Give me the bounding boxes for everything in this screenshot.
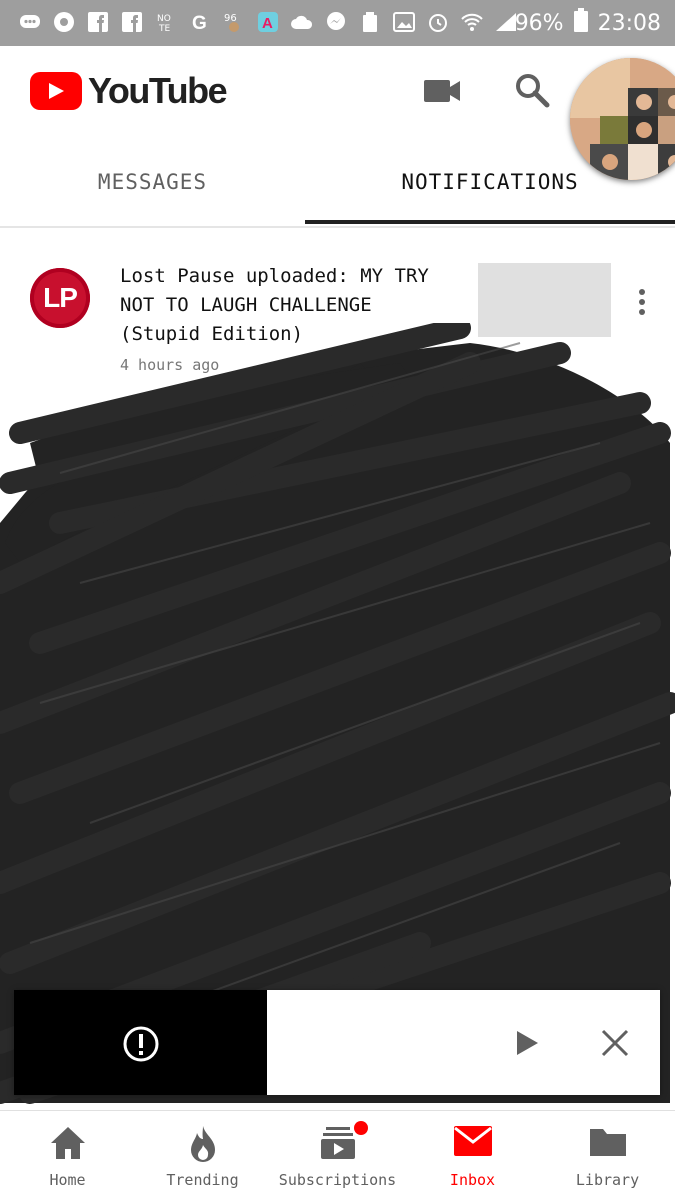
status-bar: NO TE G 96 A 96% 23:08 xyxy=(0,0,675,46)
channel-avatar[interactable]: LP xyxy=(30,268,90,328)
nav-trending-label: Trending xyxy=(166,1171,239,1189)
facebook-icon xyxy=(120,10,144,34)
mini-player[interactable] xyxy=(14,990,660,1095)
subscriptions-icon xyxy=(320,1125,356,1165)
nav-trending[interactable]: Trending xyxy=(135,1111,270,1201)
chat-icon xyxy=(18,10,42,34)
nav-home[interactable]: Home xyxy=(0,1111,135,1201)
more-vert-icon[interactable] xyxy=(634,288,650,318)
error-icon xyxy=(122,1025,160,1067)
nav-inbox[interactable]: Inbox xyxy=(405,1111,540,1201)
tab-messages[interactable]: MESSAGES xyxy=(0,138,305,226)
notification-icon: 96 xyxy=(222,10,246,34)
nav-home-label: Home xyxy=(49,1171,86,1189)
messenger-icon xyxy=(324,10,348,34)
notification-list: LP Lost Pause uploaded: MY TRY NOT TO LA… xyxy=(0,228,675,1110)
close-icon[interactable] xyxy=(600,1028,630,1062)
nav-library-label: Library xyxy=(575,1171,640,1189)
svg-text:A: A xyxy=(262,15,273,32)
wifi-icon xyxy=(460,10,484,34)
status-time: 23:08 xyxy=(597,10,661,36)
youtube-play-icon xyxy=(30,72,82,110)
youtube-logo[interactable]: YouTube xyxy=(30,70,228,112)
cloud-icon xyxy=(290,10,314,34)
note-icon: NO TE xyxy=(154,10,178,34)
home-icon xyxy=(49,1125,87,1165)
image-icon xyxy=(392,10,416,34)
flame-icon xyxy=(187,1125,219,1167)
inbox-tabs: MESSAGES NOTIFICATIONS xyxy=(0,138,675,226)
search-icon[interactable] xyxy=(514,72,550,112)
battery-percent: 96% xyxy=(514,10,564,36)
chrome-icon xyxy=(52,10,76,34)
brand-name: YouTube xyxy=(88,70,228,111)
status-right: 96% 23:08 xyxy=(515,8,661,38)
app-icon: A xyxy=(256,10,280,34)
active-tab-indicator xyxy=(305,220,675,224)
bottom-navigation: Home Trending Subscriptions Inbox Librar… xyxy=(0,1110,675,1201)
battery-icon xyxy=(573,8,588,38)
folder-icon xyxy=(589,1125,627,1161)
facebook-icon xyxy=(86,10,110,34)
recycle-icon xyxy=(358,10,382,34)
nav-subscriptions[interactable]: Subscriptions xyxy=(270,1111,405,1201)
svg-text:NO: NO xyxy=(157,14,171,24)
inbox-icon xyxy=(453,1125,493,1161)
svg-text:TE: TE xyxy=(158,24,170,33)
nav-library[interactable]: Library xyxy=(540,1111,675,1201)
channel-avatar-text: LP xyxy=(43,282,78,313)
notification-badge xyxy=(354,1121,368,1135)
status-icons: NO TE G 96 A xyxy=(18,10,518,34)
play-icon[interactable] xyxy=(514,1030,540,1060)
nav-subscriptions-label: Subscriptions xyxy=(278,1171,397,1189)
alarm-icon xyxy=(426,10,450,34)
video-camera-icon[interactable] xyxy=(424,78,462,108)
google-icon: G xyxy=(188,10,212,34)
nav-inbox-label: Inbox xyxy=(449,1171,496,1189)
svg-text:G: G xyxy=(192,13,207,33)
